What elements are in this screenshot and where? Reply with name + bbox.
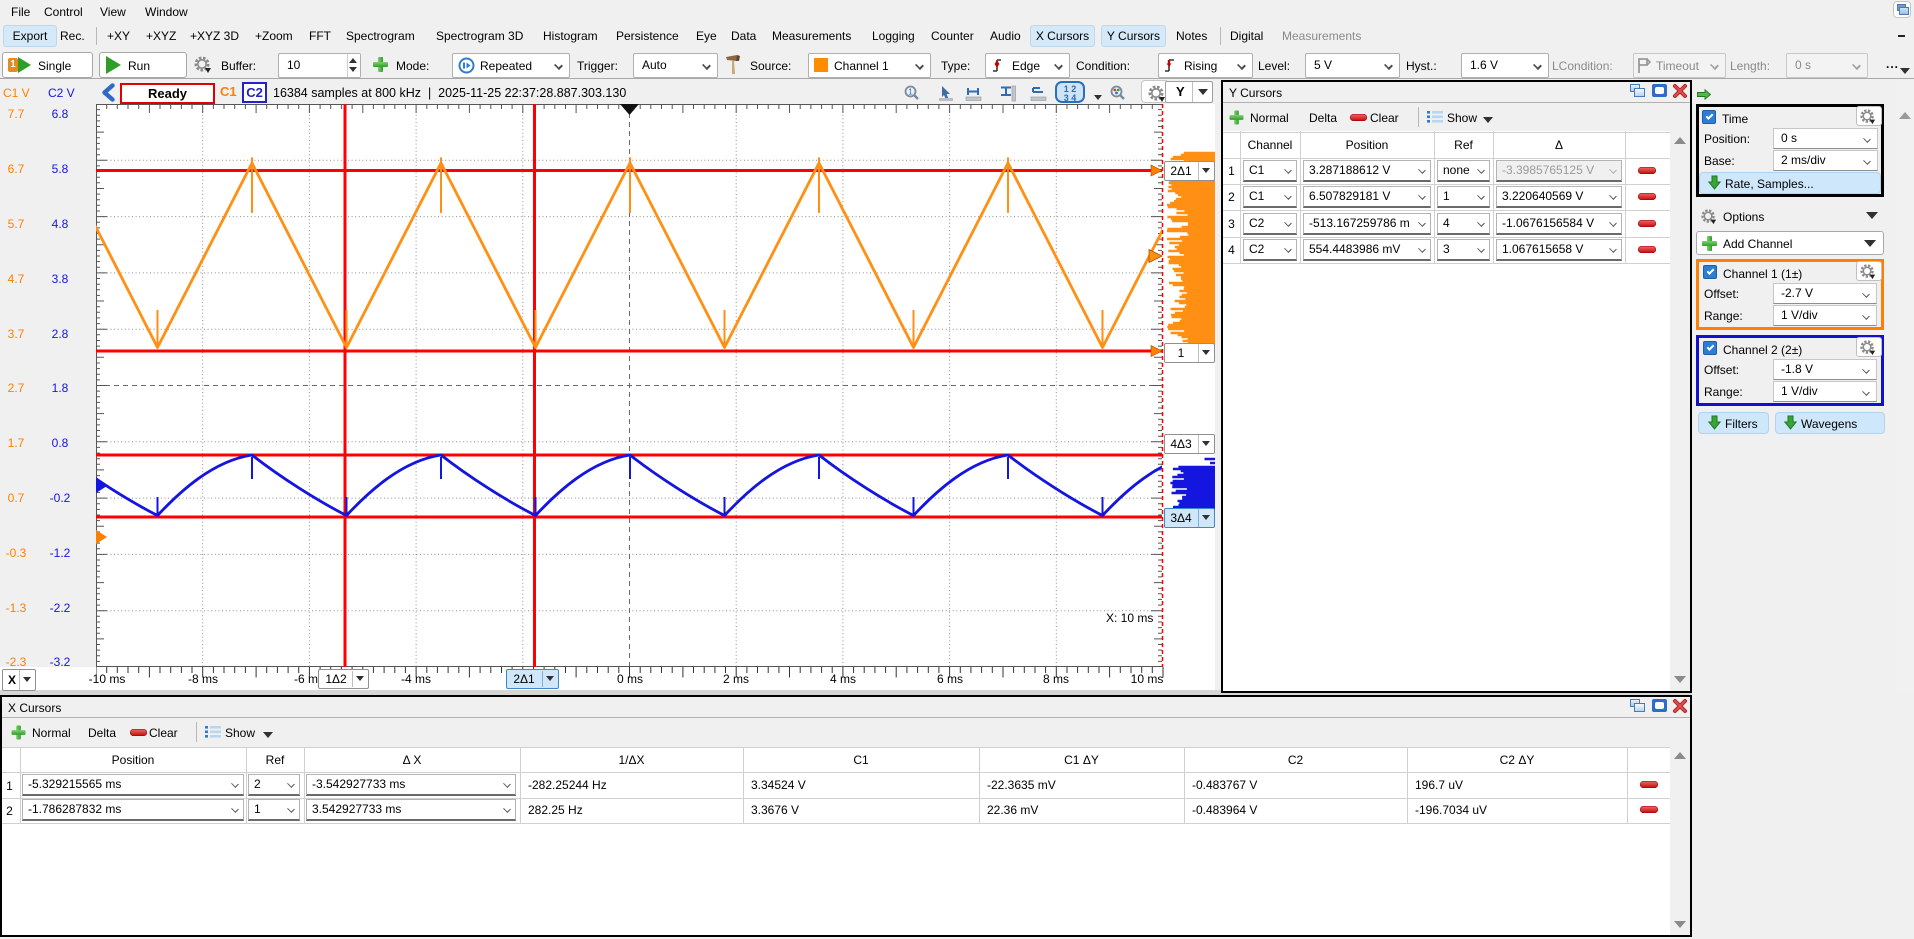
svg-text:1: 1 <box>908 88 913 97</box>
